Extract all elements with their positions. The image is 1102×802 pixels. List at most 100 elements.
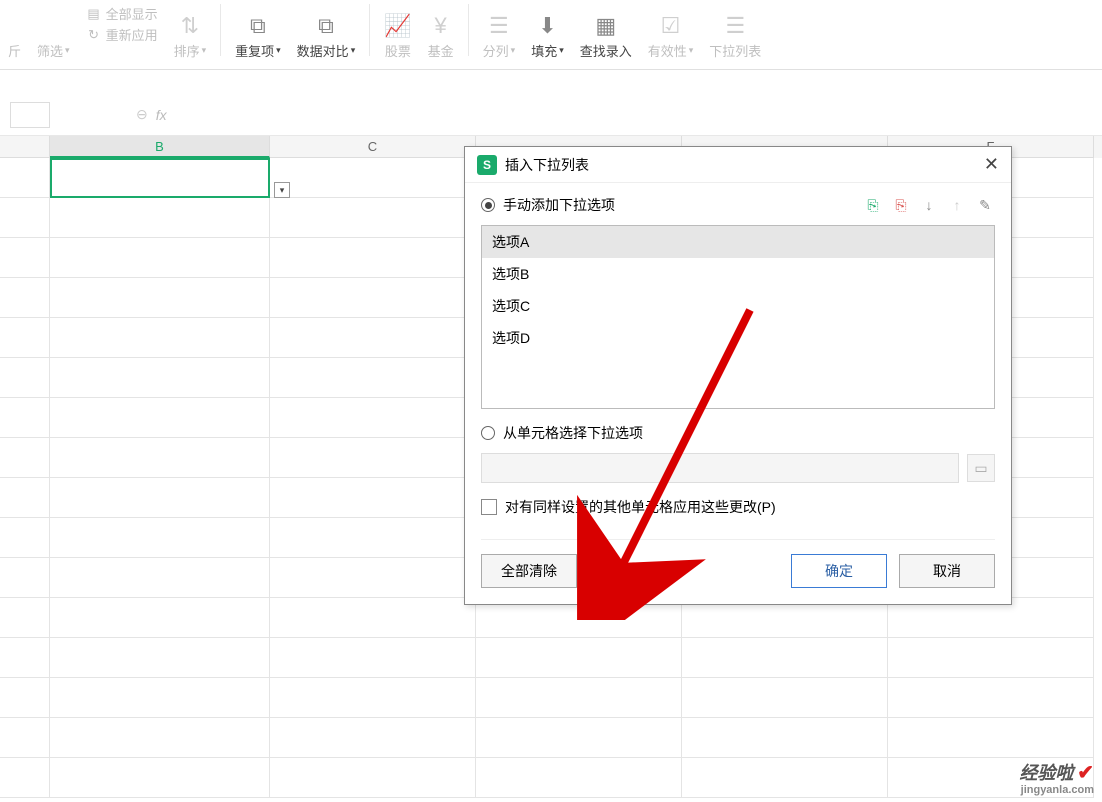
cell[interactable] xyxy=(0,278,50,318)
options-listbox[interactable]: 选项A 选项B 选项C 选项D xyxy=(481,225,995,409)
ribbon-stocks[interactable]: 📈 股票 xyxy=(376,0,419,60)
cancel-button[interactable]: 取消 xyxy=(899,554,995,588)
cell[interactable] xyxy=(270,158,476,198)
cell[interactable] xyxy=(682,678,888,718)
cell[interactable] xyxy=(50,438,270,478)
cell[interactable] xyxy=(270,598,476,638)
cell[interactable] xyxy=(0,678,50,718)
cell[interactable] xyxy=(888,718,1094,758)
cell[interactable] xyxy=(50,318,270,358)
col-a-partial[interactable] xyxy=(0,136,50,158)
cell[interactable] xyxy=(476,718,682,758)
cell[interactable] xyxy=(270,358,476,398)
cell-range-input[interactable] xyxy=(481,453,959,483)
cell[interactable] xyxy=(50,358,270,398)
cell[interactable] xyxy=(682,718,888,758)
cell[interactable] xyxy=(0,718,50,758)
delete-item-icon[interactable]: ⎘ xyxy=(891,196,911,214)
cell[interactable] xyxy=(50,398,270,438)
col-header-c[interactable]: C xyxy=(270,136,476,158)
cell[interactable] xyxy=(270,478,476,518)
cell[interactable] xyxy=(0,158,50,198)
ribbon-dropdown-list[interactable]: ☰ 下拉列表 xyxy=(701,0,769,60)
cell[interactable] xyxy=(0,358,50,398)
fromcell-option-row[interactable]: 从单元格选择下拉选项 xyxy=(481,423,995,443)
cell[interactable] xyxy=(0,438,50,478)
ribbon-funds[interactable]: ¥ 基金 xyxy=(420,0,462,60)
cell[interactable] xyxy=(0,318,50,358)
cell[interactable] xyxy=(888,638,1094,678)
cell[interactable] xyxy=(270,398,476,438)
ribbon-split[interactable]: ☰ 分列▾ xyxy=(475,0,524,60)
cell[interactable] xyxy=(0,398,50,438)
add-item-icon[interactable]: ⎘ xyxy=(863,196,883,214)
list-item[interactable]: 选项A xyxy=(482,226,994,258)
close-icon[interactable]: ✕ xyxy=(984,154,999,175)
cell[interactable] xyxy=(476,638,682,678)
cell[interactable] xyxy=(50,678,270,718)
radio-manual[interactable] xyxy=(481,198,495,212)
selected-cell-b1[interactable] xyxy=(50,158,270,198)
col-header-b[interactable]: B xyxy=(50,136,270,158)
list-item[interactable]: 选项C xyxy=(482,290,994,322)
cell-dropdown-button[interactable]: ▾ xyxy=(274,182,290,198)
cell[interactable] xyxy=(270,278,476,318)
ok-button[interactable]: 确定 xyxy=(791,554,887,588)
fx-label[interactable]: fx xyxy=(156,107,167,123)
cell[interactable] xyxy=(0,518,50,558)
operation-tips-link[interactable]: ▶ 操作技巧 xyxy=(601,561,679,581)
cell[interactable] xyxy=(50,238,270,278)
zoom-out-icon[interactable]: ⊖ xyxy=(136,106,148,123)
ribbon-data-compare[interactable]: ⧉ 数据对比▾ xyxy=(289,0,364,60)
cell[interactable] xyxy=(0,238,50,278)
move-up-icon[interactable]: ↑ xyxy=(947,196,967,214)
cell[interactable] xyxy=(50,278,270,318)
name-box[interactable] xyxy=(10,102,50,128)
edit-icon[interactable]: ✎ xyxy=(975,196,995,214)
cell[interactable] xyxy=(270,638,476,678)
clear-all-button[interactable]: 全部清除 xyxy=(481,554,577,588)
ribbon-find-entry[interactable]: ▦ 查找录入 xyxy=(572,0,640,60)
cell[interactable] xyxy=(270,718,476,758)
ribbon-fill[interactable]: ⬇ 填充▾ xyxy=(523,0,572,60)
cell[interactable] xyxy=(50,198,270,238)
cell[interactable] xyxy=(50,518,270,558)
cell[interactable] xyxy=(888,678,1094,718)
cell[interactable] xyxy=(0,198,50,238)
cell[interactable] xyxy=(270,678,476,718)
cell[interactable] xyxy=(50,558,270,598)
cell[interactable] xyxy=(0,598,50,638)
cell[interactable] xyxy=(270,518,476,558)
cell[interactable] xyxy=(682,758,888,798)
cell[interactable] xyxy=(270,558,476,598)
cell[interactable] xyxy=(682,638,888,678)
ribbon-sort[interactable]: ⇅ 排序▾ xyxy=(166,0,215,60)
cell[interactable] xyxy=(50,478,270,518)
manual-option-row[interactable]: 手动添加下拉选项 ⎘ ⎘ ↓ ↑ ✎ xyxy=(481,195,995,215)
cell[interactable] xyxy=(476,758,682,798)
cell[interactable] xyxy=(0,478,50,518)
cell[interactable] xyxy=(270,198,476,238)
cell[interactable] xyxy=(270,438,476,478)
cell[interactable] xyxy=(50,718,270,758)
cell[interactable] xyxy=(0,758,50,798)
range-picker-icon[interactable]: ▭ xyxy=(967,454,995,482)
cell[interactable] xyxy=(270,318,476,358)
cell[interactable] xyxy=(0,638,50,678)
radio-fromcell[interactable] xyxy=(481,426,495,440)
apply-changes-row[interactable]: 对有同样设置的其他单元格应用这些更改(P) xyxy=(481,497,995,517)
list-item[interactable]: 选项B xyxy=(482,258,994,290)
cell[interactable] xyxy=(50,758,270,798)
cell[interactable] xyxy=(476,678,682,718)
ribbon-duplicates[interactable]: ⧉ 重复项▾ xyxy=(227,0,289,60)
cell[interactable] xyxy=(270,758,476,798)
list-item[interactable]: 选项D xyxy=(482,322,994,354)
cell[interactable] xyxy=(50,638,270,678)
cell[interactable] xyxy=(270,238,476,278)
ribbon-validity[interactable]: ☑ 有效性▾ xyxy=(640,0,702,60)
move-down-icon[interactable]: ↓ xyxy=(919,196,939,214)
apply-changes-checkbox[interactable] xyxy=(481,499,497,515)
cell[interactable] xyxy=(0,558,50,598)
cell[interactable] xyxy=(50,598,270,638)
ribbon-filter-group[interactable]: 筛选▾ xyxy=(29,0,78,60)
